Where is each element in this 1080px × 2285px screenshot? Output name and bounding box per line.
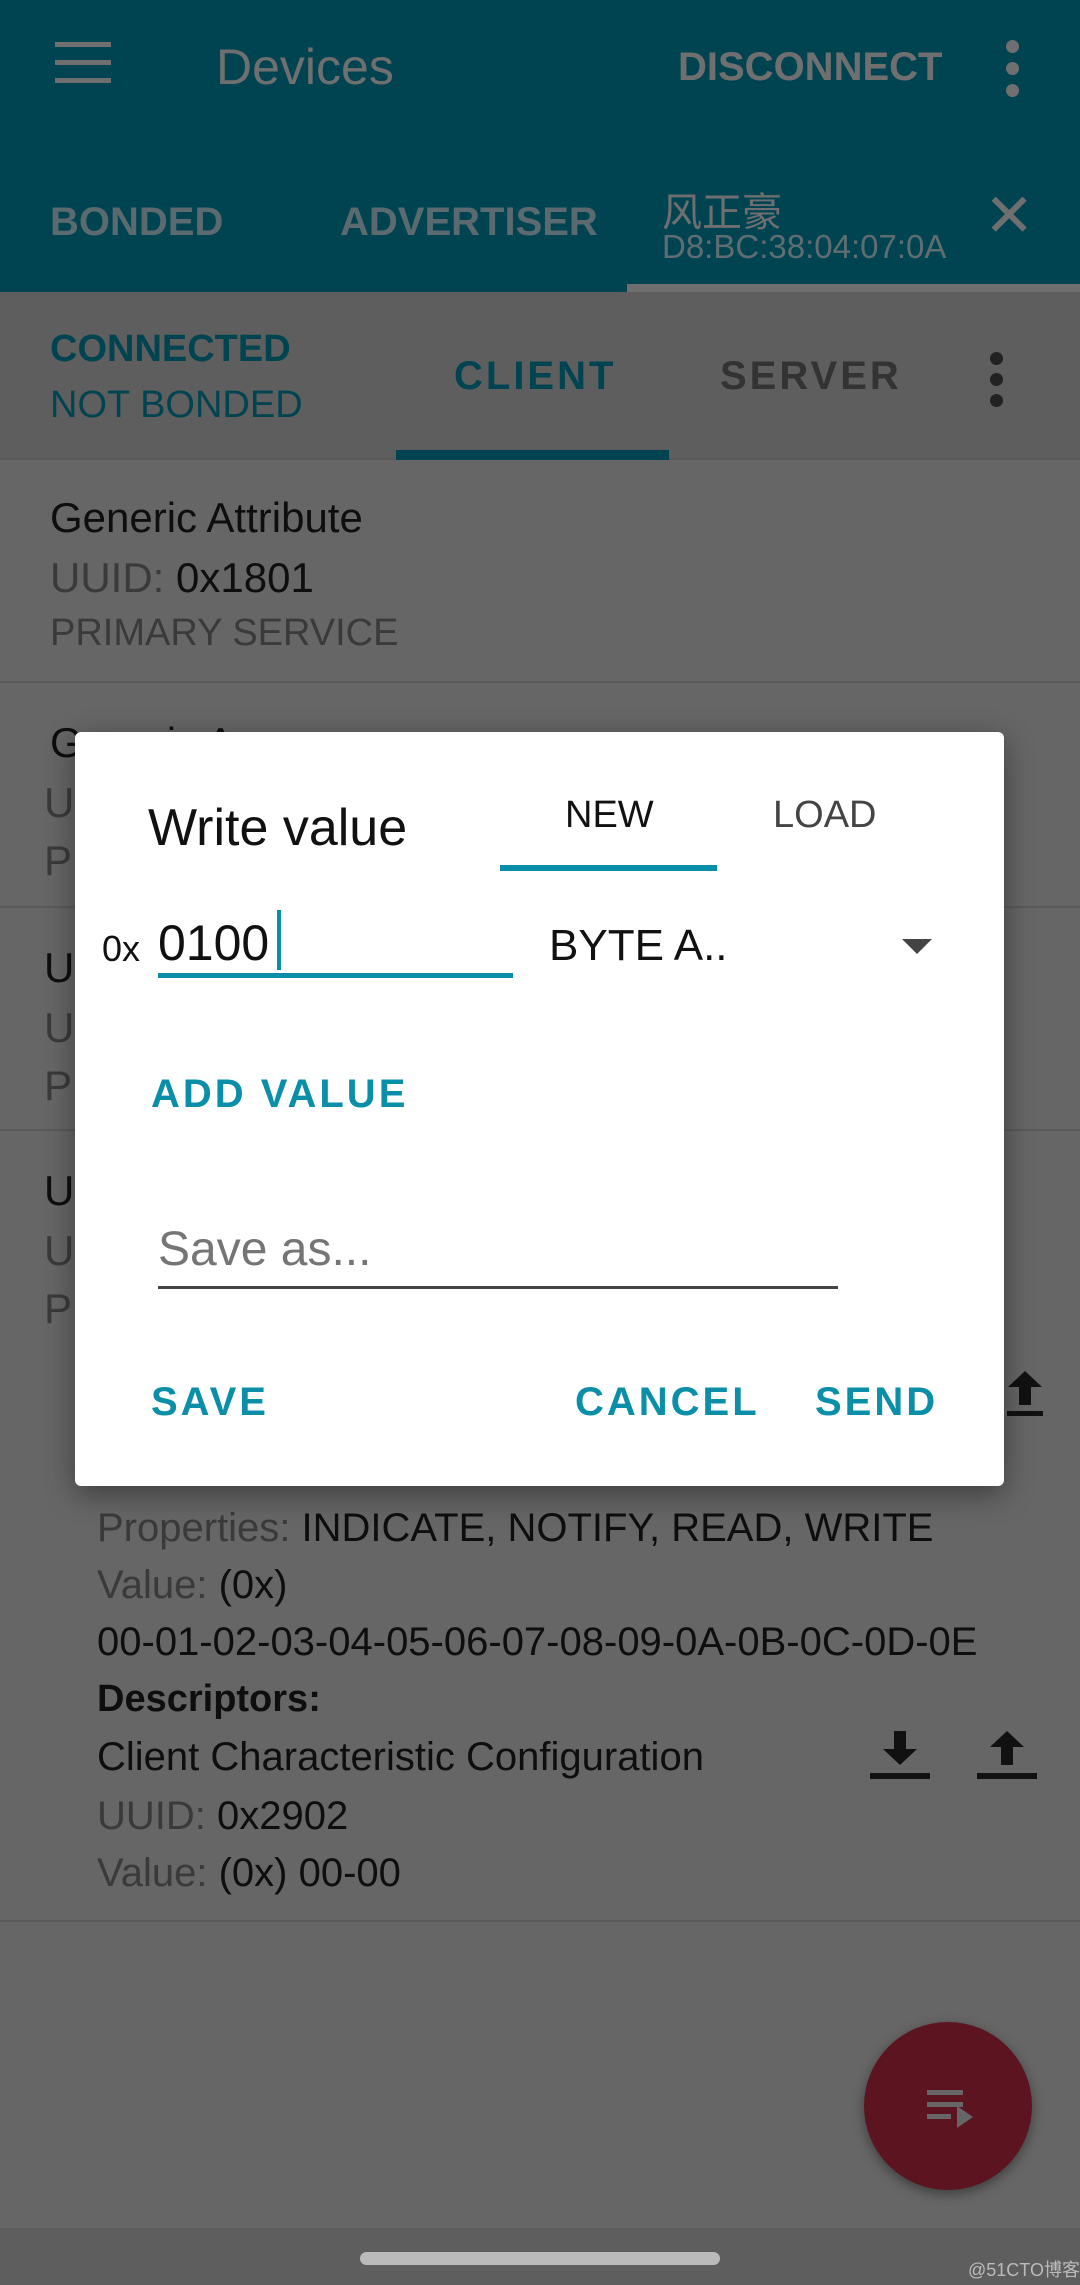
tab-client[interactable]: CLIENT bbox=[454, 354, 616, 399]
tab-device-address: D8:BC:38:04:07:0A bbox=[662, 228, 947, 265]
add-value-button[interactable]: ADD VALUE bbox=[151, 1072, 408, 1117]
descriptor-value: (0x) 00-00 bbox=[218, 1851, 401, 1895]
tab-load[interactable]: LOAD bbox=[773, 794, 876, 837]
descriptor-uuid: 0x2902 bbox=[217, 1794, 349, 1838]
uuid-label: U bbox=[44, 1004, 75, 1051]
watermark: @51CTO博客 bbox=[968, 2260, 1080, 2280]
dropdown-arrow-icon bbox=[902, 939, 932, 954]
value-prefix: (0x) bbox=[218, 1563, 288, 1607]
descriptor-name: Client Characteristic Configuration bbox=[97, 1735, 704, 1779]
tab-advertiser[interactable]: ADVERTISER bbox=[340, 200, 598, 245]
write-value-dialog: Write value NEW LOAD 0x 0100 BYTE A.. AD… bbox=[75, 732, 1004, 1486]
disconnect-button[interactable]: DISCONNECT bbox=[678, 45, 942, 90]
new-tab-indicator bbox=[500, 865, 717, 871]
more-options-icon[interactable] bbox=[1006, 40, 1020, 97]
value-label: Value: bbox=[97, 1563, 208, 1607]
format-selected: BYTE A.. bbox=[549, 921, 728, 970]
app-bar: Devices DISCONNECT BONDED ADVERTISER 风正豪… bbox=[0, 0, 1080, 292]
uuid-label: UUID: bbox=[97, 1794, 206, 1838]
more-options-icon[interactable] bbox=[990, 352, 1004, 407]
service-type: PRIMARY SERVICE bbox=[50, 612, 399, 654]
dialog-title: Write value bbox=[148, 799, 408, 857]
bond-state: NOT BONDED bbox=[50, 384, 303, 426]
value-input[interactable]: 0100 bbox=[158, 902, 513, 978]
playlist-play-icon bbox=[927, 2090, 973, 2130]
tab-new[interactable]: NEW bbox=[565, 794, 654, 837]
service-title: U bbox=[44, 944, 75, 991]
service-title: Generic Attribute bbox=[50, 494, 363, 541]
page-title: Devices bbox=[216, 39, 394, 95]
read-icon[interactable] bbox=[870, 1731, 930, 1781]
cancel-button[interactable]: CANCEL bbox=[575, 1380, 760, 1425]
send-button[interactable]: SEND bbox=[815, 1380, 938, 1425]
home-indicator[interactable] bbox=[360, 2252, 720, 2265]
log-fab[interactable] bbox=[864, 2022, 1032, 2190]
tab-bonded[interactable]: BONDED bbox=[50, 200, 223, 245]
service-uuid: 0x1801 bbox=[176, 554, 314, 601]
properties-value: INDICATE, NOTIFY, READ, WRITE bbox=[301, 1506, 934, 1550]
uuid-label: U bbox=[44, 1227, 75, 1274]
text-cursor bbox=[277, 910, 281, 970]
menu-icon[interactable] bbox=[55, 42, 111, 84]
client-tab-indicator bbox=[396, 450, 669, 460]
tab-indicator bbox=[627, 284, 1080, 292]
tab-server[interactable]: SERVER bbox=[720, 354, 902, 399]
write-icon[interactable] bbox=[977, 1731, 1037, 1781]
uuid-label: UUID: bbox=[50, 554, 165, 601]
properties-label: Properties: bbox=[97, 1506, 291, 1550]
save-as-input[interactable] bbox=[158, 1212, 838, 1289]
write-icon[interactable] bbox=[1007, 1371, 1043, 1419]
service-type: P bbox=[44, 837, 73, 884]
value-label: Value: bbox=[97, 1851, 208, 1895]
hex-prefix: 0x bbox=[102, 928, 141, 969]
service-type: P bbox=[44, 1062, 73, 1109]
save-button[interactable]: SAVE bbox=[151, 1380, 269, 1425]
uuid-label: U bbox=[44, 779, 75, 826]
connection-bar: CONNECTED NOT BONDED CLIENT SERVER bbox=[0, 292, 1080, 460]
characteristic-value: 00-01-02-03-04-05-06-07-08-09-0A-0B-0C-0… bbox=[97, 1620, 978, 1664]
close-device-icon[interactable]: ✕ bbox=[984, 186, 1034, 246]
service-type: P bbox=[44, 1285, 73, 1332]
descriptors-label: Descriptors: bbox=[97, 1678, 321, 1720]
format-dropdown[interactable]: BYTE A.. bbox=[549, 907, 949, 977]
service-item[interactable]: Generic Attribute UUID: 0x1801 PRIMARY S… bbox=[0, 460, 1080, 683]
connection-state: CONNECTED bbox=[50, 328, 291, 370]
service-title: U bbox=[44, 1167, 75, 1214]
value-input-text: 0100 bbox=[158, 915, 270, 971]
